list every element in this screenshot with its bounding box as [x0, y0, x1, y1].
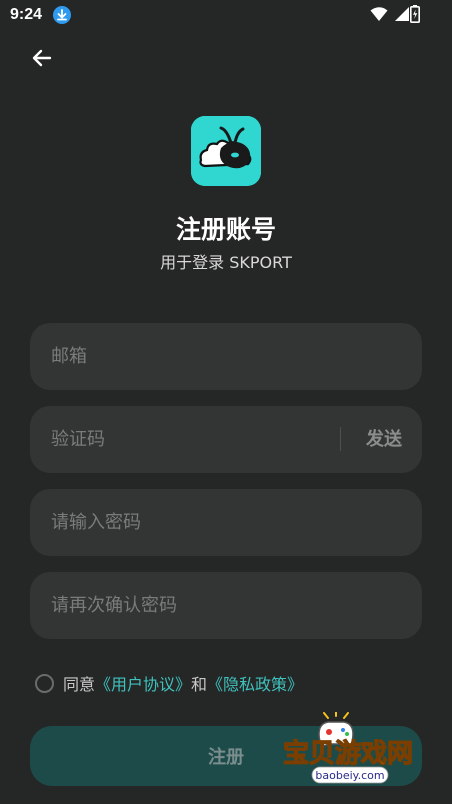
app-logo	[191, 116, 261, 186]
agreement-row: 同意 《用户协议》 和 《隐私政策》	[35, 672, 303, 694]
password-field[interactable]	[30, 489, 422, 556]
page-subtitle: 用于登录 SKPORT	[160, 253, 292, 272]
confirm-password-field[interactable]	[30, 572, 422, 639]
divider	[340, 427, 341, 451]
verification-code-field[interactable]: 发送	[30, 406, 422, 473]
agreement-checkbox[interactable]	[35, 673, 54, 693]
agreement-and: 和	[191, 675, 208, 694]
status-time: 9:24	[10, 6, 43, 23]
skport-mascot-icon	[191, 116, 261, 186]
user-agreement-link[interactable]: 《用户协议》	[95, 671, 191, 695]
email-input[interactable]	[30, 323, 422, 390]
wifi-icon	[370, 7, 388, 21]
status-bar: 9:24	[0, 0, 452, 30]
watermark-url: baobeiy.com	[315, 769, 384, 782]
send-code-button[interactable]: 发送	[366, 406, 402, 473]
watermark-logo: 宝贝游戏网 baobeiy.com	[282, 712, 414, 784]
battery-icon	[410, 5, 420, 23]
email-field[interactable]	[30, 323, 422, 390]
back-button[interactable]	[28, 44, 56, 72]
confirm-password-input[interactable]	[30, 572, 422, 639]
privacy-policy-link[interactable]: 《隐私政策》	[207, 671, 303, 695]
signal-icon	[395, 7, 409, 21]
agreement-prefix: 同意	[63, 675, 96, 694]
watermark-title: 宝贝游戏网	[283, 738, 413, 769]
arrow-left-icon	[32, 49, 52, 67]
password-input[interactable]	[30, 489, 422, 556]
page-title: 注册账号	[175, 215, 276, 244]
verification-code-input[interactable]	[30, 406, 330, 473]
download-icon	[53, 6, 71, 24]
